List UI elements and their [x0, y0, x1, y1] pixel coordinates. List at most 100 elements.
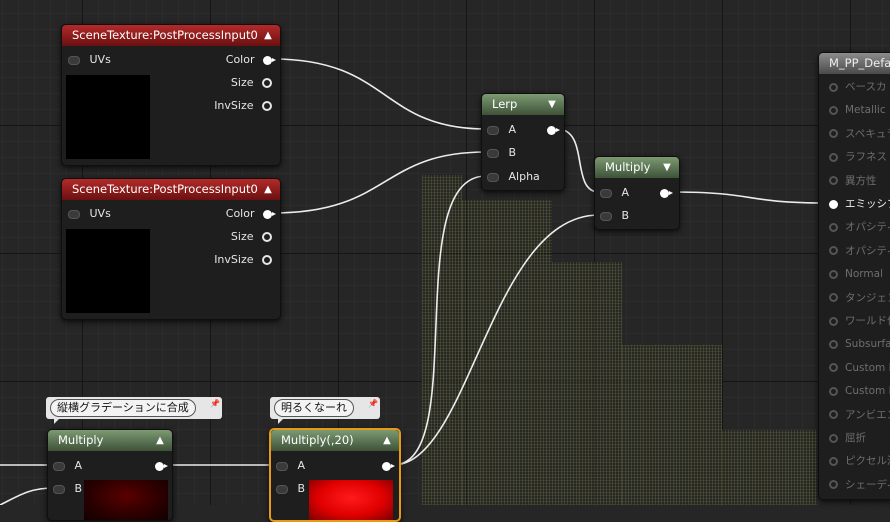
material-input-pin[interactable]: Normal	[829, 266, 883, 282]
result-output-pin[interactable]	[155, 458, 168, 474]
uvs-input-pin[interactable]: UVs	[68, 206, 111, 222]
pin-icon[interactable]	[829, 480, 838, 490]
invsize-output-pin[interactable]: InvSize	[214, 98, 272, 114]
material-input-pin[interactable]: ラフネス	[829, 149, 887, 165]
pin-icon[interactable]: 📌	[210, 399, 220, 408]
pin-icon[interactable]	[487, 148, 499, 158]
pin-icon[interactable]	[487, 172, 499, 182]
pin-icon[interactable]	[68, 209, 80, 219]
pin-icon[interactable]	[829, 316, 838, 326]
material-input-pin[interactable]: シェーディ	[829, 477, 890, 493]
node-header[interactable]: SceneTexture:PostProcessInput0 ▲	[62, 25, 280, 46]
b-input-pin[interactable]: B	[276, 481, 305, 497]
result-output-pin[interactable]	[382, 458, 395, 474]
multiply-20-node[interactable]: Multiply(,20) ▲ A B	[269, 428, 401, 522]
node-header[interactable]: SceneTexture:PostProcessInput0 ▲	[62, 179, 280, 200]
result-output-pin[interactable]	[660, 185, 673, 201]
pin-icon[interactable]	[262, 78, 272, 88]
node-header[interactable]: Multiply(,20) ▲	[271, 430, 399, 451]
pin-icon[interactable]	[68, 55, 80, 65]
chevron-down-icon[interactable]: ▼	[546, 94, 558, 115]
uvs-input-pin[interactable]: UVs	[68, 52, 111, 68]
pin-icon[interactable]	[382, 461, 395, 471]
material-input-pin[interactable]: オパシティ	[829, 243, 890, 259]
material-input-pin[interactable]: 異方性	[829, 173, 877, 189]
pin-icon[interactable]	[276, 461, 288, 471]
chevron-up-icon[interactable]: ▲	[154, 430, 166, 451]
multiply-node-gradient[interactable]: Multiply ▲ A B	[47, 429, 173, 521]
scene-texture-node-2[interactable]: SceneTexture:PostProcessInput0 ▲ UVs Col…	[61, 178, 281, 320]
material-input-pin[interactable]: ピクセル深	[829, 453, 890, 469]
material-input-pin[interactable]: 屈折	[829, 430, 866, 446]
pin-icon[interactable]	[263, 209, 276, 219]
scene-texture-node-1[interactable]: SceneTexture:PostProcessInput0 ▲ UVs Col…	[61, 24, 281, 166]
pin-icon[interactable]	[155, 461, 168, 471]
b-input-pin[interactable]: B	[53, 481, 82, 497]
a-input-pin[interactable]: A	[487, 122, 516, 138]
pin-icon[interactable]	[829, 152, 838, 162]
pin-icon[interactable]	[829, 410, 838, 420]
pin-icon[interactable]	[600, 188, 612, 198]
pin-icon[interactable]	[547, 125, 560, 135]
material-input-pin[interactable]: スペキュラ	[829, 126, 890, 142]
pin-icon[interactable]	[829, 433, 838, 443]
chevron-down-icon[interactable]: ▼	[661, 157, 673, 178]
a-input-pin[interactable]: A	[53, 458, 82, 474]
b-input-pin[interactable]: B	[600, 208, 629, 224]
pin-icon[interactable]	[829, 363, 838, 373]
chevron-up-icon[interactable]: ▲	[381, 430, 393, 451]
pin-icon[interactable]	[829, 269, 838, 279]
material-input-pin[interactable]: ワールド位	[829, 313, 890, 329]
pin-icon[interactable]	[829, 222, 838, 232]
size-output-pin[interactable]: Size	[231, 229, 272, 245]
pin-icon[interactable]	[829, 386, 838, 396]
size-output-pin[interactable]: Size	[231, 75, 272, 91]
color-output-pin[interactable]: Color	[226, 206, 276, 222]
node-comment[interactable]: 明るくなーれ 📌	[270, 397, 380, 424]
material-input-pin[interactable]: Custom D	[829, 383, 890, 399]
pin-icon[interactable]: 📌	[368, 399, 378, 408]
a-input-pin[interactable]: A	[600, 185, 629, 201]
invsize-output-pin[interactable]: InvSize	[214, 252, 272, 268]
pin-icon[interactable]	[829, 293, 838, 303]
pin-icon[interactable]	[262, 101, 272, 111]
pin-icon[interactable]	[276, 484, 288, 494]
material-input-pin[interactable]: アンビエン	[829, 407, 890, 423]
pin-icon[interactable]	[53, 461, 65, 471]
pin-icon[interactable]	[487, 125, 499, 135]
pin-icon[interactable]	[829, 82, 838, 92]
material-input-pin[interactable]: Custom D	[829, 360, 890, 376]
chevron-up-icon[interactable]: ▲	[262, 179, 274, 200]
result-output-pin[interactable]	[547, 122, 560, 138]
lerp-node[interactable]: Lerp ▼ A B Alpha	[481, 93, 565, 191]
pin-icon[interactable]	[262, 255, 272, 265]
pin-icon[interactable]	[829, 129, 838, 139]
node-header[interactable]: M_PP_Defau	[819, 53, 890, 74]
node-comment[interactable]: 縦横グラデーションに合成 📌	[46, 397, 222, 424]
color-output-pin[interactable]: Color	[226, 52, 276, 68]
pin-icon[interactable]	[600, 211, 612, 221]
pin-icon[interactable]	[262, 232, 272, 242]
material-input-pin[interactable]: エミッシブ	[829, 196, 890, 212]
b-input-pin[interactable]: B	[487, 145, 516, 161]
node-header[interactable]: Lerp ▼	[482, 94, 564, 115]
material-input-pin[interactable]: Subsurfac	[829, 336, 890, 352]
material-input-pin[interactable]: Metallic	[829, 102, 886, 118]
material-input-pin[interactable]: タンジェン	[829, 290, 890, 306]
alpha-input-pin[interactable]: Alpha	[487, 169, 540, 185]
pin-icon[interactable]	[53, 484, 65, 494]
pin-icon[interactable]	[263, 55, 276, 65]
material-input-pin[interactable]: ベースカ	[829, 79, 886, 95]
a-input-pin[interactable]: A	[276, 458, 305, 474]
multiply-node-main[interactable]: Multiply ▼ A B	[594, 156, 680, 230]
chevron-up-icon[interactable]: ▲	[262, 25, 274, 46]
pin-icon[interactable]	[829, 105, 838, 115]
pin-icon[interactable]	[660, 188, 673, 198]
pin-icon[interactable]	[829, 456, 838, 466]
material-result-node[interactable]: M_PP_Defau ベースカ Metallic スペキュララフネス異方性エミッシブ…	[818, 52, 890, 500]
node-header[interactable]: Multiply ▲	[48, 430, 172, 451]
pin-icon[interactable]	[829, 246, 838, 256]
node-header[interactable]: Multiply ▼	[595, 157, 679, 178]
pin-icon[interactable]	[829, 176, 838, 186]
pin-icon[interactable]	[829, 339, 838, 349]
